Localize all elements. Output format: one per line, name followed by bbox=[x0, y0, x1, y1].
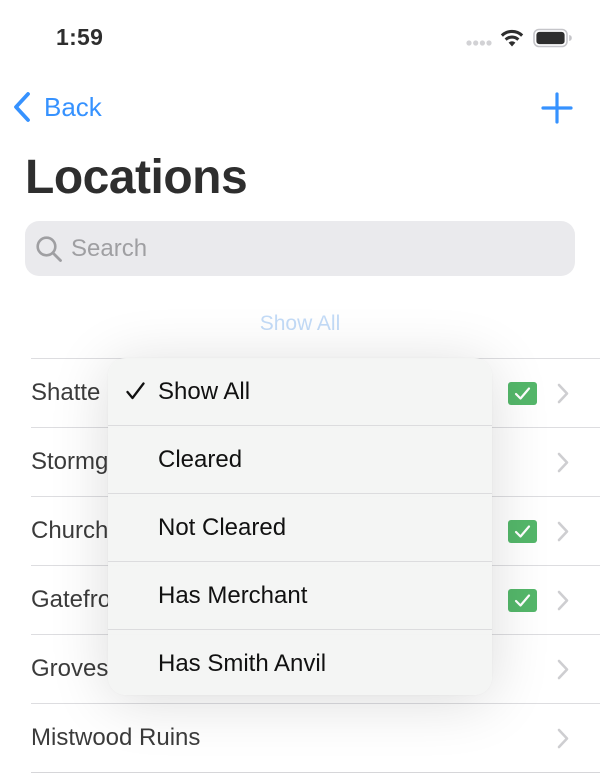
checkmark-icon bbox=[126, 382, 145, 400]
menu-item-cleared[interactable]: Cleared bbox=[108, 425, 492, 493]
menu-item-label: Not Cleared bbox=[158, 514, 287, 541]
menu-item-label: Show All bbox=[158, 378, 251, 405]
menu-item-has-smith-anvil[interactable]: Has Smith Anvil bbox=[108, 629, 492, 695]
menu-item-not-cleared[interactable]: Not Cleared bbox=[108, 493, 492, 561]
menu-item-label: Cleared bbox=[158, 446, 243, 473]
menu-item-label: Has Merchant bbox=[158, 582, 308, 609]
menu-item-has-merchant[interactable]: Has Merchant bbox=[108, 561, 492, 629]
menu-item-show-all[interactable]: Show All bbox=[108, 358, 492, 425]
filter-dropdown-menu: Show All Cleared Not Cleared Has Merchan… bbox=[108, 358, 492, 695]
menu-item-label: Has Smith Anvil bbox=[158, 650, 327, 677]
